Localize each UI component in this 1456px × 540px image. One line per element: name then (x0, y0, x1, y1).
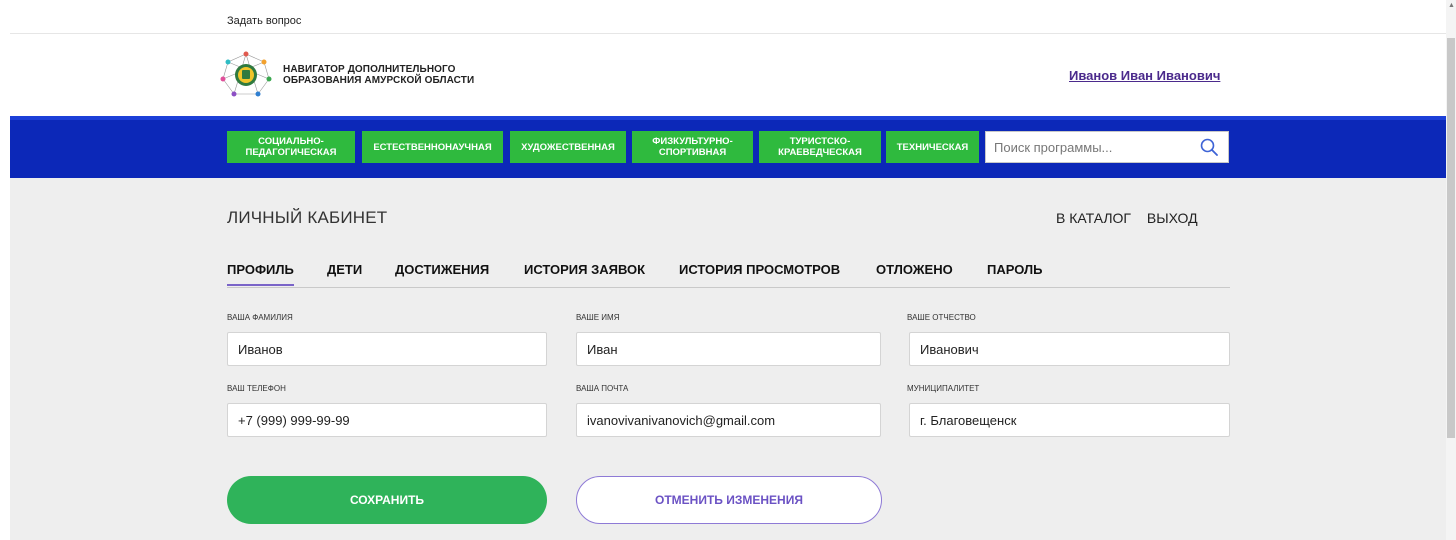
account-actions: В КАТАЛОГ ВЫХОД (1056, 210, 1210, 226)
tab-postponed[interactable]: ОТЛОЖЕНО (876, 262, 953, 284)
municipality-field[interactable] (909, 403, 1230, 437)
personal-account-section: ЛИЧНЫЙ КАБИНЕТ В КАТАЛОГ ВЫХОД ПРОФИЛЬ Д… (10, 178, 1446, 540)
nav-item-technical[interactable]: ТЕХНИЧЕСКАЯ (886, 131, 979, 163)
nav-item-sports[interactable]: ФИЗКУЛЬТУРНО- СПОРТИВНАЯ (632, 131, 753, 163)
logo-text-line2: ОБРАЗОВАНИЯ АМУРСКОЙ ОБЛАСТИ (283, 75, 475, 86)
top-utility-bar: Задать вопрос (10, 9, 1446, 34)
municipality-label: МУНИЦИПАЛИТЕТ (907, 384, 980, 393)
category-nav: СОЦИАЛЬНО- ПЕДАГОГИЧЕСКАЯ ЕСТЕСТВЕННОНАУЧ… (10, 116, 1446, 178)
nav-item-label: СПОРТИВНАЯ (658, 147, 727, 158)
patronymic-label: ВАШЕ ОТЧЕСТВО (907, 313, 976, 322)
name-label: ВАШЕ ИМЯ (576, 313, 620, 322)
scroll-thumb[interactable] (1447, 38, 1455, 438)
page-scrollbar[interactable]: ▲ (1446, 0, 1456, 540)
logo-emblem-icon[interactable] (220, 51, 272, 99)
search-input[interactable] (986, 132, 1186, 162)
tab-achievements[interactable]: ДОСТИЖЕНИЯ (395, 262, 489, 284)
phone-label: ВАШ ТЕЛЕФОН (227, 384, 286, 393)
nav-item-label: ТУРИСТСКО- (789, 136, 851, 147)
nav-item-label: СОЦИАЛЬНО- (258, 136, 324, 147)
patronymic-field[interactable] (909, 332, 1230, 366)
tab-children[interactable]: ДЕТИ (327, 262, 362, 284)
nav-item-label: ФИЗКУЛЬТУРНО- (652, 136, 733, 147)
scroll-up-arrow-icon[interactable]: ▲ (1448, 2, 1455, 9)
program-search (985, 131, 1229, 163)
surname-field[interactable] (227, 332, 547, 366)
nav-item-label: ЕСТЕСТВЕННОНАУЧНАЯ (373, 141, 492, 153)
search-icon[interactable] (1200, 138, 1218, 156)
nav-item-label: ТЕХНИЧЕСКАЯ (896, 141, 969, 153)
nav-item-label: ПЕДАГОГИЧЕСКАЯ (245, 147, 337, 158)
tab-application-history[interactable]: ИСТОРИЯ ЗАЯВОК (524, 262, 645, 284)
nav-item-natural-science[interactable]: ЕСТЕСТВЕННОНАУЧНАЯ (362, 131, 503, 163)
page-title: ЛИЧНЫЙ КАБИНЕТ (227, 208, 388, 227)
catalog-link[interactable]: В КАТАЛОГ (1056, 210, 1131, 226)
nav-item-social-pedagogical[interactable]: СОЦИАЛЬНО- ПЕДАГОГИЧЕСКАЯ (227, 131, 355, 163)
surname-label: ВАША ФАМИЛИЯ (227, 313, 293, 322)
tab-profile[interactable]: ПРОФИЛЬ (227, 262, 294, 286)
phone-field[interactable] (227, 403, 547, 437)
nav-item-artistic[interactable]: ХУДОЖЕСТВЕННАЯ (510, 131, 626, 163)
tab-password[interactable]: ПАРОЛЬ (987, 262, 1043, 284)
email-label: ВАША ПОЧТА (576, 384, 629, 393)
account-tabs: ПРОФИЛЬ ДЕТИ ДОСТИЖЕНИЯ ИСТОРИЯ ЗАЯВОК И… (227, 262, 1230, 288)
save-button[interactable]: СОХРАНИТЬ (227, 476, 547, 524)
logout-link[interactable]: ВЫХОД (1147, 210, 1198, 226)
page: Задать вопрос НАВИГАТОР ДОПОЛНИТЕЛЬНОГО … (0, 0, 1456, 540)
nav-item-label: КРАЕВЕДЧЕСКАЯ (778, 147, 862, 158)
name-field[interactable] (576, 332, 881, 366)
user-profile-link[interactable]: Иванов Иван Иванович (1069, 68, 1220, 83)
nav-item-tourism[interactable]: ТУРИСТСКО- КРАЕВЕДЧЕСКАЯ (759, 131, 881, 163)
cancel-changes-button[interactable]: ОТМЕНИТЬ ИЗМЕНЕНИЯ (576, 476, 882, 524)
ask-question-link[interactable]: Задать вопрос (227, 15, 301, 27)
email-field[interactable] (576, 403, 881, 437)
tab-view-history[interactable]: ИСТОРИЯ ПРОСМОТРОВ (679, 262, 840, 284)
nav-item-label: ХУДОЖЕСТВЕННАЯ (521, 141, 615, 153)
site-header: НАВИГАТОР ДОПОЛНИТЕЛЬНОГО ОБРАЗОВАНИЯ АМ… (10, 35, 1446, 116)
logo-text-line1: НАВИГАТОР ДОПОЛНИТЕЛЬНОГО (283, 64, 456, 75)
logo-text[interactable]: НАВИГАТОР ДОПОЛНИТЕЛЬНОГО ОБРАЗОВАНИЯ АМ… (283, 64, 474, 86)
